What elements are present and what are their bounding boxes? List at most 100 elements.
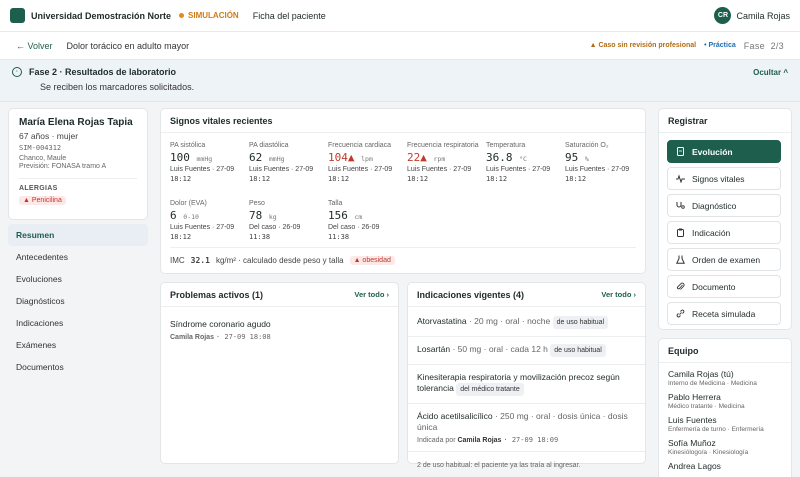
patient-age-sex: 67 años · mujer [19,131,79,141]
member-role: Enfermería de turno · Enfermería [668,426,764,433]
case-title: Dolor torácico en adulto mayor [66,40,190,51]
vital-label: Peso [249,200,265,207]
vital-label: PA sistólica [170,142,206,149]
vital-frecuencia-respiratoria: Frecuencia respiratoria 22▲ rpm Luis Fue… [407,141,485,184]
nav-item-examenes[interactable]: Exámenes [8,334,148,356]
indication-meta: Indicada por Camila Rojas · 27-09 18:09 [417,436,636,444]
indications-header: Indicaciones vigentes (4) Ver todo › [408,283,645,307]
phase-banner: · Fase 2 · Resultados de laboratorio Ocu… [0,60,800,102]
hide-banner-button[interactable]: Ocultar ^ [753,68,788,77]
vital-value: 156 cm [328,209,406,222]
indications-see-all-link[interactable]: Ver todo › [601,290,636,299]
register-receta-button[interactable]: Receta simulada [667,302,781,325]
vital-pa-diastolica: PA diastólica 62 mmHg Luis Fuentes · 27-… [249,141,327,184]
nav-item-evoluciones[interactable]: Evoluciones [8,268,148,290]
problem-name: Síndrome coronario agudo [170,319,271,329]
list-item[interactable]: Ácido acetilsalicílico · 250 mg · oral ·… [408,404,645,452]
vital-meta: Luis Fuentes · 27-09 [249,166,314,173]
team-member: Luis Fuentes Enfermería de turno · Enfer… [659,415,791,433]
vital-value: 95 % [565,151,643,164]
nav-item-diagnosticos[interactable]: Diagnósticos [8,290,148,312]
register-button-label: Orden de examen [692,254,761,265]
indication-line: Kinesiterapia respiratoria y movilizació… [417,372,636,396]
nav-item-documentos[interactable]: Documentos [8,356,148,378]
indication-line: Losartán · 50 mg · oral · cada 12 h de u… [417,344,636,357]
nav-item-antecedentes[interactable]: Antecedentes [8,246,148,268]
nav-item-indicaciones[interactable]: Indicaciones [8,312,148,334]
vital-unit: cm [354,213,363,221]
vital-temperatura: Temperatura 36.8 °C Luis Fuentes · 27-09… [486,141,564,184]
active-problems-card: Problemas activos (1) Ver todo › Síndrom… [160,282,399,464]
register-button-label: Receta simulada [692,308,756,319]
indication-meta-prefix: Indicada por [417,437,456,444]
section-nav: Resumen Antecedentes Evoluciones Diagnós… [8,224,148,378]
vital-time: 18:12 [328,175,350,183]
user-menu[interactable]: CR Camila Rojas [714,7,790,24]
vital-time: 18:12 [170,233,192,241]
nav-item-resumen[interactable]: Resumen [8,224,148,246]
indication-chip: de uso habitual [550,344,606,357]
patient-location: Chanco, Maule [19,155,67,162]
register-button-label: Signos vitales [692,173,745,184]
nav-patient-record[interactable]: Ficha del paciente [253,11,326,21]
register-button-label: Diagnóstico [692,200,737,211]
vital-meta: Luis Fuentes · 27-09 [170,166,235,173]
case-header: ← Volver Dolor torácico en adulto mayor … [0,32,800,60]
vital-unit: lpm [361,155,373,163]
avatar: CR [714,7,732,24]
vital-value: 22▲ rpm [407,151,485,164]
vital-label: Frecuencia respiratoria [407,142,479,149]
indication-date: · 27-09 18:09 [503,436,559,444]
vital-number: 78 [249,209,263,222]
bmi-flag: ▲ obesidad [349,256,395,265]
register-signos-vitales-button[interactable]: Signos vitales [667,167,781,190]
register-evolucion-button[interactable]: Evolución [667,140,781,163]
member-name: Sofía Muñoz [668,438,716,448]
member-name: Luis Fuentes [668,415,717,425]
active-indications-card: Indicaciones vigentes (4) Ver todo › Ato… [407,282,646,469]
register-diagnostico-button[interactable]: Diagnóstico [667,194,781,217]
member-name: Camila Rojas (tú) [668,369,734,379]
vital-label: Frecuencia cardiaca [328,142,392,149]
list-item[interactable]: Kinesiterapia respiratoria y movilizació… [408,365,645,404]
vital-number: 6 [170,209,177,222]
indications-title: Indicaciones vigentes (4) [417,289,525,300]
vital-label: Saturación O₂ [565,142,609,149]
patient-card: María Elena Rojas Tapia 67 años · mujer … [8,108,148,220]
vital-unit: °C [519,155,527,163]
indication-line: Atorvastatina · 20 mg · oral · noche de … [417,316,636,329]
register-orden-examen-button[interactable]: Orden de examen [667,248,781,271]
phase-label: Fase [743,40,765,51]
stethoscope-icon [676,201,685,210]
vital-meta: Del caso · 26-09 [249,224,301,231]
indication-detail: · 50 mg · oral · cada 12 h [450,344,548,354]
register-indicacion-button[interactable]: Indicación [667,221,781,244]
vital-dolor: Dolor (EVA) 6 0-10 Luis Fuentes · 27-09 … [170,199,248,242]
list-item[interactable]: Síndrome coronario agudo Camila Rojas · … [161,307,398,348]
vital-label: PA diastólica [249,142,289,149]
register-button-label: Evolución [692,146,733,157]
vital-number: 95 [565,151,579,164]
problem-meta: Camila Rojas · 27-09 18:08 [170,333,389,341]
vital-saturacion: Saturación O₂ 95 % Luis Fuentes · 27-09 … [565,141,643,184]
vital-unit: kg [268,213,277,221]
bmi-description: kg/m² · calculado desde peso y talla [215,256,344,265]
register-documento-button[interactable]: Documento [667,275,781,298]
list-item[interactable]: Atorvastatina · 20 mg · oral · noche de … [408,307,645,337]
vital-time: 18:12 [565,175,587,183]
patient-name: María Elena Rojas Tapia [19,117,133,128]
allergies-label: ALERGIAS [19,178,137,192]
vital-meta: Del caso · 26-09 [328,224,380,231]
problems-header: Problemas activos (1) Ver todo › [161,283,398,307]
list-item[interactable]: Losartán · 50 mg · oral · cada 12 h de u… [408,337,645,365]
vital-unit: rpm [433,155,446,163]
vitals-card: Signos vitales recientes PA sistólica 10… [160,108,646,274]
bmi-row: IMC 32.1 kg/m² · calculado desde peso y … [170,247,636,265]
vital-meta: Luis Fuentes · 27-09 [328,166,393,173]
vital-number: 100 [170,151,190,164]
team-member: Pablo Herrera Médico tratante · Medicina [659,392,791,410]
top-bar: Universidad Demostración Norte SIMULACIÓ… [0,0,800,32]
problems-see-all-link[interactable]: Ver todo › [354,290,389,299]
back-button[interactable]: ← Volver [16,41,53,51]
register-title: Registrar [659,109,791,133]
